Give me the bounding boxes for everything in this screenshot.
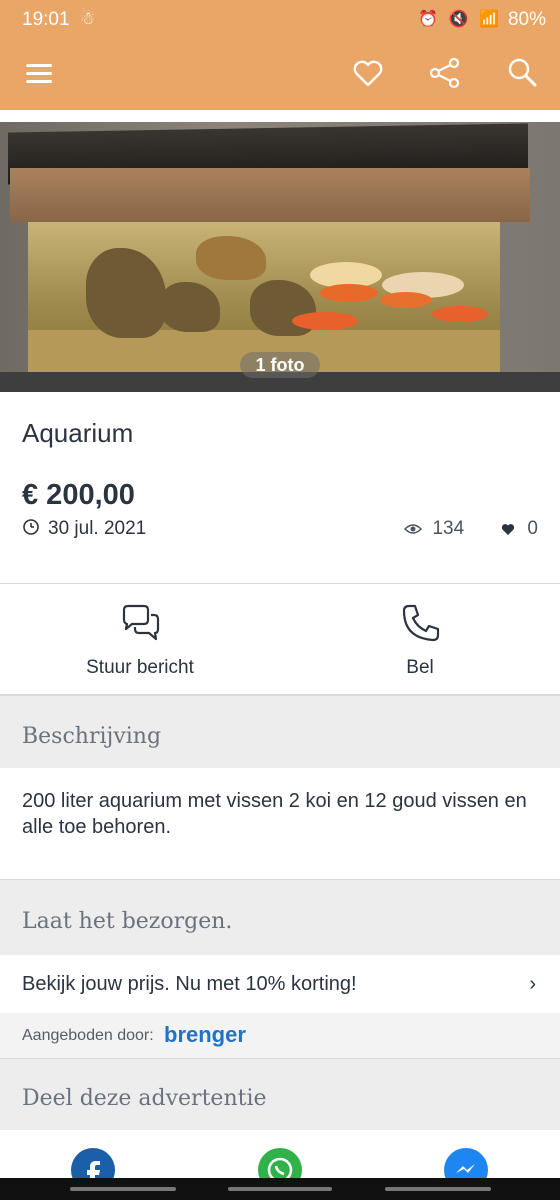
listing-price: € 200,00 — [22, 479, 135, 511]
status-time: 19:01 — [22, 9, 70, 30]
nav-pill-right[interactable] — [385, 1187, 491, 1191]
listing-stats: 134 0 — [404, 518, 538, 540]
message-button-label: Stuur bericht — [86, 657, 194, 678]
listing-date-row: 30 jul. 2021 — [22, 518, 146, 540]
search-icon[interactable] — [503, 54, 541, 92]
delivery-promo-text: Bekijk jouw prijs. Nu met 10% korting! — [22, 973, 357, 995]
view-count: 134 — [432, 518, 465, 539]
heart-icon[interactable] — [349, 54, 387, 92]
chat-bubbles-icon — [122, 604, 160, 641]
listing-title: Aquarium — [22, 418, 134, 448]
delivery-heading: Laat het bezorgen. — [0, 880, 560, 955]
clock-icon — [23, 519, 39, 535]
offered-by: Aangeboden door: brenger — [0, 1013, 560, 1058]
message-button[interactable]: Stuur bericht — [0, 584, 280, 694]
description-text: 200 liter aquarium met vissen 2 koi en 1… — [22, 790, 527, 838]
status-icons: ⏰ 🔇 📶 — [418, 11, 502, 28]
listing-date: 30 jul. 2021 — [48, 518, 147, 539]
system-nav-bar — [0, 1178, 560, 1200]
listing-photo[interactable] — [0, 110, 560, 392]
nav-pill-center[interactable] — [228, 1187, 332, 1191]
share-heading: Deel deze advertentie — [0, 1059, 560, 1130]
chevron-right-icon: › — [529, 973, 536, 995]
contact-actions: Stuur bericht Bel — [0, 584, 560, 694]
nav-pill-left[interactable] — [70, 1187, 176, 1191]
status-bar: 19:01 ☃ ⏰ 🔇 📶 80% — [0, 0, 560, 36]
app-bar — [0, 36, 560, 110]
delivery-promo-link[interactable]: Bekijk jouw prijs. Nu met 10% korting! › — [0, 955, 560, 1013]
heart-small-icon — [502, 523, 515, 535]
offered-by-label: Aangeboden door: — [22, 1027, 154, 1044]
call-button-label: Bel — [406, 657, 434, 678]
sleep-icon: ☃ — [80, 9, 96, 28]
menu-icon[interactable] — [20, 54, 58, 92]
call-button[interactable]: Bel — [280, 584, 560, 694]
eye-icon — [404, 524, 423, 534]
share-icon[interactable] — [426, 54, 464, 92]
battery-level: 80% — [507, 9, 546, 30]
description-heading: Beschrijving — [0, 696, 560, 768]
phone-icon — [402, 604, 440, 642]
brenger-logo: brenger — [164, 1022, 246, 1047]
like-count: 0 — [527, 518, 538, 539]
photo-count-badge: 1 foto — [240, 352, 320, 378]
